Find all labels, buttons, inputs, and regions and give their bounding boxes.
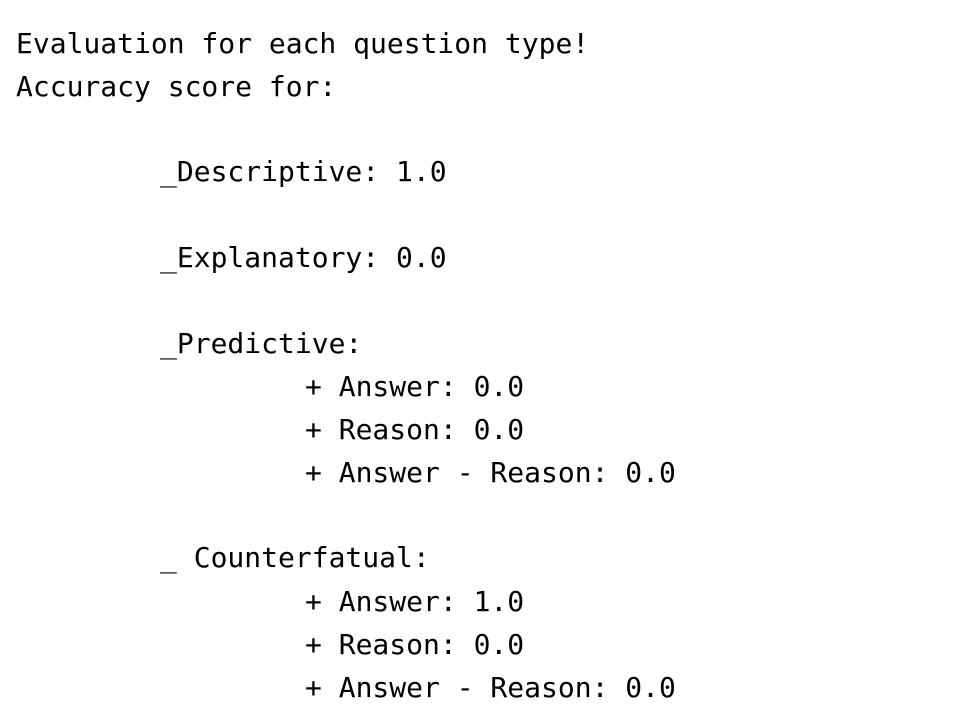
predictive-heading: _Predictive: (160, 327, 363, 360)
counterfactual-reason-score: + Reason: 0.0 (305, 628, 525, 661)
explanatory-score: _Explanatory: 0.0 (160, 241, 447, 274)
predictive-answer-reason-score: + Answer - Reason: 0.0 (305, 456, 676, 489)
evaluation-title: Evaluation for each question type! (16, 27, 590, 60)
counterfactual-answer-reason-score: + Answer - Reason: 0.0 (305, 671, 676, 704)
console-output: Evaluation for each question type! Accur… (0, 0, 966, 711)
counterfactual-answer-score: + Answer: 1.0 (305, 585, 525, 618)
predictive-answer-score: + Answer: 0.0 (305, 370, 525, 403)
accuracy-subtitle: Accuracy score for: (16, 70, 337, 103)
counterfactual-heading: _ Counterfatual: (160, 541, 430, 574)
descriptive-score: _Descriptive: 1.0 (160, 155, 447, 188)
predictive-reason-score: + Reason: 0.0 (305, 413, 525, 446)
